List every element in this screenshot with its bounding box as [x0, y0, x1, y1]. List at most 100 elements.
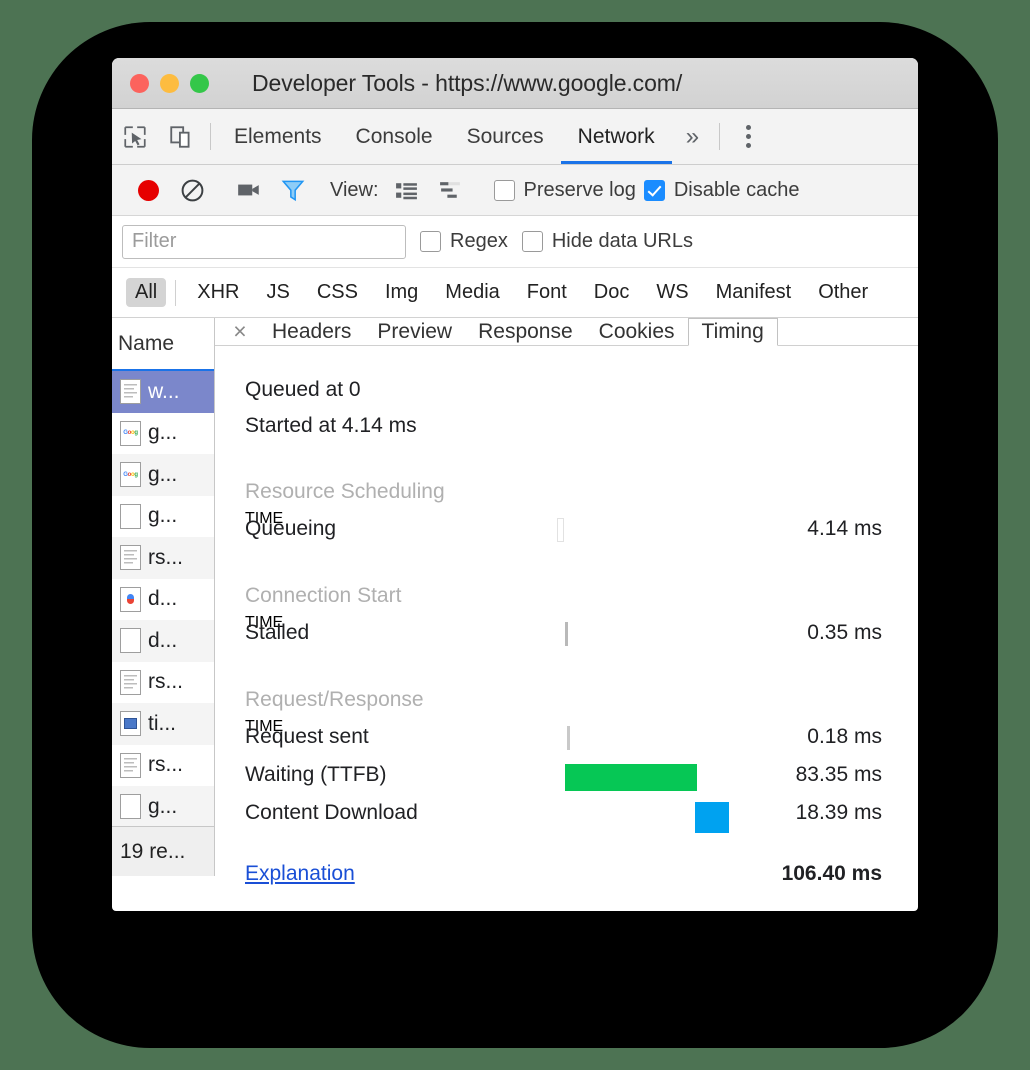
explanation-link[interactable]: Explanation [245, 862, 355, 885]
search-input[interactable]: Filter [122, 224, 406, 259]
document-icon [120, 545, 141, 571]
preserve-log-checkbox[interactable]: Preserve log [493, 178, 636, 202]
list-item[interactable]: w... [112, 371, 214, 413]
tab-console[interactable]: Console [339, 109, 450, 164]
timing-bar [565, 622, 568, 646]
close-icon[interactable]: × [221, 318, 259, 345]
clear-icon[interactable] [170, 168, 214, 212]
list-item-label: g... [148, 421, 178, 445]
waterfall-view-icon[interactable] [429, 168, 473, 212]
disable-cache-box[interactable] [643, 179, 665, 201]
timing-row-queueing: Queueing 4.14 ms [245, 510, 918, 548]
list-item[interactable]: g... [112, 786, 214, 826]
screen: Developer Tools - https://www.google.com… [0, 0, 1030, 1070]
list-item[interactable]: Goog g... [112, 454, 214, 496]
timing-row-label: Request sent [245, 725, 369, 748]
document-icon [120, 669, 141, 695]
devtools-tab-strip: Elements Console Sources Network » [112, 109, 918, 165]
type-filter-xhr[interactable]: XHR [188, 278, 248, 307]
list-item-label: d... [148, 587, 178, 611]
microphone-icon [120, 586, 141, 612]
regex-label: Regex [450, 230, 508, 252]
tab-headers[interactable]: Headers [259, 318, 364, 345]
list-item[interactable]: ti... [112, 703, 214, 745]
preserve-log-box[interactable] [493, 179, 515, 201]
tab-response[interactable]: Response [465, 318, 586, 345]
timing-row-value: 18.39 ms [795, 801, 882, 824]
timing-row-request-sent: Request sent 0.18 ms [245, 718, 918, 756]
detail-tab-bar: × Headers Preview Response Cookies Timin… [215, 318, 918, 346]
list-item[interactable]: rs... [112, 745, 214, 787]
type-filter-all[interactable]: All [126, 278, 167, 307]
type-filter-divider [175, 279, 177, 306]
disable-cache-checkbox[interactable]: Disable cache [643, 178, 800, 202]
timing-panel: Queued at 0 Started at 4.14 ms Resource … [215, 346, 918, 894]
type-filter-manifest[interactable]: Manifest [707, 278, 801, 307]
disable-cache-label: Disable cache [673, 178, 800, 201]
list-item[interactable]: Goog g... [112, 413, 214, 455]
timing-row-content-download: Content Download 18.39 ms [245, 794, 918, 833]
capture-screenshots-icon[interactable] [227, 168, 271, 212]
device-toolbar-icon[interactable] [158, 109, 204, 164]
timing-row-label: Content Download [245, 801, 418, 824]
section-request-response: Request/Response TIME [245, 682, 918, 735]
google-logo-icon: Goog [120, 420, 141, 446]
preserve-log-label: Preserve log [523, 178, 636, 201]
type-filter-js[interactable]: JS [257, 278, 298, 307]
regex-box[interactable] [420, 231, 441, 252]
type-filter-css[interactable]: CSS [308, 278, 367, 307]
timing-row-value: 0.35 ms [807, 621, 882, 644]
type-filter-media[interactable]: Media [436, 278, 508, 307]
record-button-icon[interactable] [126, 168, 170, 212]
hide-data-urls-checkbox[interactable]: Hide data URLs [521, 230, 693, 253]
view-label: View: [330, 178, 379, 201]
type-filter-doc[interactable]: Doc [585, 278, 639, 307]
tab-elements[interactable]: Elements [217, 109, 339, 164]
type-filter-ws[interactable]: WS [647, 278, 697, 307]
tab-cookies[interactable]: Cookies [586, 318, 688, 345]
regex-checkbox[interactable]: Regex [420, 230, 508, 253]
list-item[interactable]: rs... [112, 537, 214, 579]
tab-timing[interactable]: Timing [687, 318, 778, 346]
tab-sources[interactable]: Sources [450, 109, 561, 164]
tab-preview[interactable]: Preview [364, 318, 465, 345]
blank-file-icon [120, 503, 141, 529]
list-item[interactable]: g... [112, 496, 214, 538]
list-item-label: ti... [148, 711, 177, 735]
resource-type-filters: All XHR JS CSS Img Media Font Doc WS Man… [112, 268, 918, 318]
list-item[interactable]: d... [112, 620, 214, 662]
type-filter-img[interactable]: Img [376, 278, 427, 307]
filter-row: Filter Regex Hide data URLs [112, 216, 918, 268]
inspect-cursor-icon[interactable] [112, 109, 158, 164]
timing-row-value: 83.35 ms [795, 763, 882, 786]
search-input-placeholder: Filter [132, 230, 177, 252]
hide-data-urls-box[interactable] [521, 231, 543, 252]
network-toolbar: View: Preserve log Disable cache [112, 165, 918, 216]
started-at-text: Started at 4.14 ms [245, 414, 417, 437]
name-column-header[interactable]: Name [112, 318, 214, 371]
list-item-label: g... [148, 504, 178, 528]
type-filter-font[interactable]: Font [518, 278, 576, 307]
list-view-icon[interactable] [385, 168, 429, 212]
type-filter-other[interactable]: Other [809, 278, 877, 307]
section-title: Connection Start [245, 584, 402, 607]
request-list: w... Goog g... Goog g... g... rs... d...… [112, 371, 214, 826]
timing-row-value: 4.14 ms [807, 517, 882, 540]
list-item-label: rs... [148, 545, 183, 569]
list-item-label: d... [148, 628, 178, 652]
timing-bar [567, 726, 570, 750]
timing-row-label: Waiting (TTFB) [245, 763, 387, 786]
timing-row-stalled: Stalled 0.35 ms [245, 614, 918, 652]
google-logo-icon: Goog [120, 462, 141, 488]
requests-sidebar: Name w... Goog g... Goog g... g... rs...… [112, 318, 215, 876]
section-title: Request/Response [245, 688, 424, 711]
tab-network[interactable]: Network [560, 109, 672, 164]
more-tabs-icon[interactable]: » [672, 109, 713, 164]
list-item-label: w... [148, 379, 180, 403]
list-item[interactable]: d... [112, 579, 214, 621]
network-body: Name w... Goog g... Goog g... g... rs...… [112, 318, 918, 885]
devtools-window: Developer Tools - https://www.google.com… [112, 58, 918, 911]
kebab-menu-icon[interactable] [726, 109, 770, 164]
filter-funnel-icon[interactable] [271, 168, 315, 212]
list-item[interactable]: rs... [112, 662, 214, 704]
